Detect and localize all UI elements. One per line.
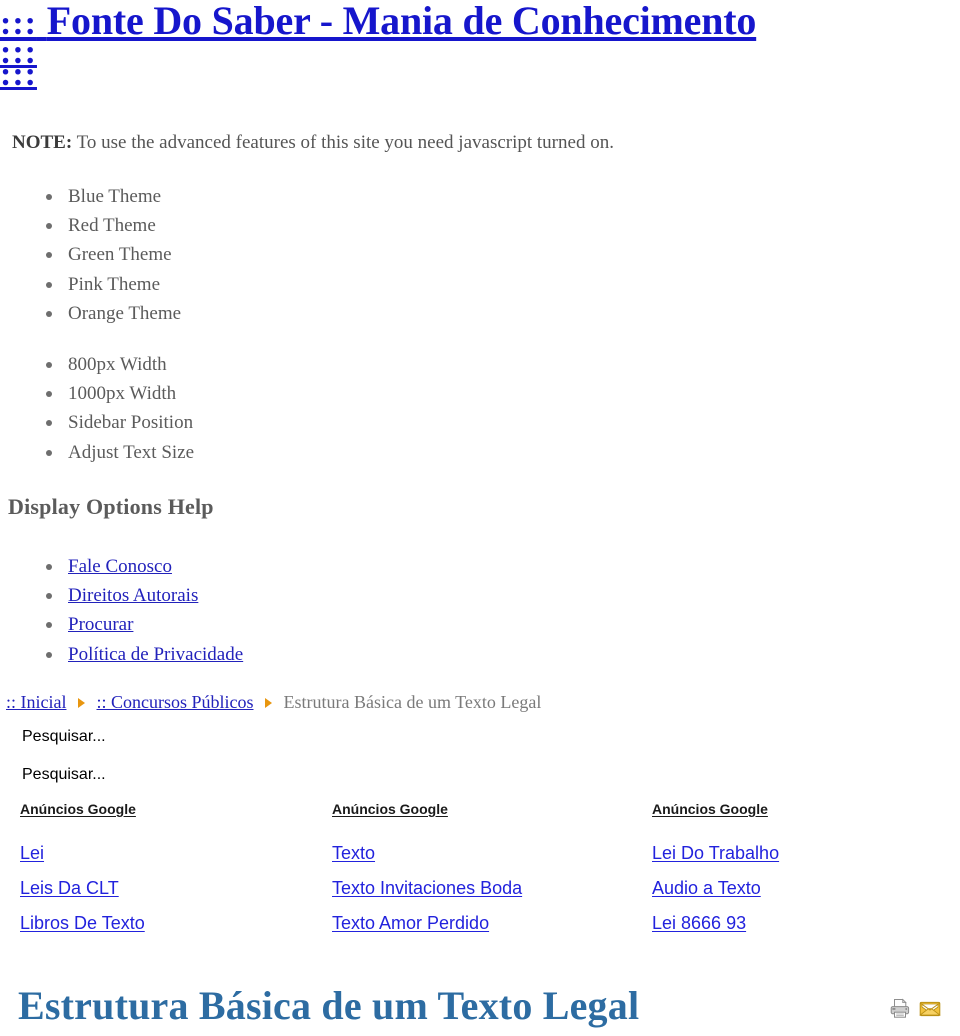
theme-option-label: Orange Theme: [68, 302, 182, 324]
site-dots-line-2: :::: [0, 56, 37, 93]
list-item[interactable]: 800px Width: [40, 350, 194, 379]
display-options-heading: Display Options Help: [8, 494, 214, 519]
list-item[interactable]: Pink Theme: [40, 270, 181, 299]
ad-link[interactable]: Texto Amor Perdido: [332, 906, 522, 941]
envelope-icon[interactable]: [918, 996, 942, 1020]
list-item[interactable]: Red Theme: [40, 211, 181, 240]
help-links-list: Fale Conosco Direitos Autorais Procurar …: [40, 552, 243, 669]
ad-link[interactable]: Leis Da CLT: [20, 871, 145, 906]
printer-icon[interactable]: [888, 996, 912, 1020]
list-item[interactable]: Política de Privacidade: [40, 640, 243, 669]
ad-column-1: Anúncios Google Lei Leis Da CLT Libros D…: [20, 800, 145, 941]
theme-option-label: Green Theme: [68, 244, 172, 266]
site-title-text: Fonte Do Saber - Mania de Conhecimento: [46, 0, 757, 43]
theme-option-label: Red Theme: [68, 215, 156, 237]
javascript-note: NOTE: To use the advanced features of th…: [12, 131, 614, 155]
ad-link[interactable]: Lei 8666 93: [652, 906, 779, 941]
list-item[interactable]: Adjust Text Size: [40, 438, 194, 467]
layout-options-list: 800px Width 1000px Width Sidebar Positio…: [40, 350, 194, 467]
layout-option-label: 1000px Width: [68, 383, 177, 405]
theme-option-label: Blue Theme: [68, 186, 162, 207]
list-item[interactable]: Green Theme: [40, 240, 181, 269]
layout-option-label: Adjust Text Size: [68, 441, 195, 463]
help-link-fale-conosco[interactable]: Fale Conosco: [68, 556, 172, 577]
breadcrumb: :: Inicial :: Concursos Públicos Estrutu…: [6, 691, 541, 713]
ad-column-2: Anúncios Google Texto Texto Invitaciones…: [332, 800, 522, 941]
page-title: Estrutura Básica de um Texto Legal: [18, 983, 640, 1028]
breadcrumb-item-concursos-publicos[interactable]: :: Concursos Públicos: [96, 692, 253, 712]
ad-link[interactable]: Texto: [332, 836, 522, 871]
ad-column-header[interactable]: Anúncios Google: [20, 800, 145, 818]
layout-option-label: Sidebar Position: [68, 412, 194, 434]
help-link-politica-privacidade[interactable]: Política de Privacidade: [68, 644, 243, 665]
page-root: ::: Fonte Do Saber - Mania de Conhecimen…: [0, 0, 960, 1036]
ad-column-header[interactable]: Anúncios Google: [652, 800, 779, 818]
breadcrumb-item-current: Estrutura Básica de um Texto Legal: [283, 692, 542, 712]
layout-option-label: 800px Width: [68, 354, 167, 375]
list-item[interactable]: Orange Theme: [40, 299, 181, 328]
help-link-direitos-autorais[interactable]: Direitos Autorais: [68, 585, 198, 606]
list-item[interactable]: Direitos Autorais: [40, 581, 243, 610]
ad-column-3: Anúncios Google Lei Do Trabalho Audio a …: [652, 800, 779, 941]
list-item[interactable]: Sidebar Position: [40, 408, 194, 437]
google-ads-block: Anúncios Google Lei Leis Da CLT Libros D…: [0, 800, 960, 935]
site-title-link[interactable]: ::: Fonte Do Saber - Mania de Conhecimen…: [0, 0, 756, 47]
list-item[interactable]: 1000px Width: [40, 379, 194, 408]
site-dots-link[interactable]: ::: :::: [0, 36, 37, 93]
ad-link[interactable]: Lei Do Trabalho: [652, 836, 779, 871]
breadcrumb-item-inicial[interactable]: :: Inicial: [6, 692, 66, 712]
ad-column-header[interactable]: Anúncios Google: [332, 800, 522, 818]
ad-link[interactable]: Texto Invitaciones Boda: [332, 871, 522, 906]
search-input-primary[interactable]: Pesquisar...: [22, 728, 106, 746]
javascript-note-text: To use the advanced features of this sit…: [72, 132, 614, 153]
javascript-note-label: NOTE:: [12, 132, 73, 153]
list-item[interactable]: Fale Conosco: [40, 552, 243, 581]
help-link-procurar[interactable]: Procurar: [68, 614, 133, 635]
ad-link[interactable]: Libros De Texto: [20, 906, 145, 941]
site-title-row: ::: Fonte Do Saber - Mania de Conhecimen…: [0, 0, 920, 47]
article-actions: [888, 996, 948, 1022]
list-item[interactable]: Procurar: [40, 610, 243, 639]
ad-link[interactable]: Lei: [20, 836, 145, 871]
search-input-secondary[interactable]: Pesquisar...: [22, 766, 106, 784]
theme-option-label: Pink Theme: [68, 273, 161, 295]
ad-link[interactable]: Audio a Texto: [652, 871, 779, 906]
chevron-right-icon: [265, 698, 272, 709]
list-item[interactable]: Blue Theme: [40, 182, 181, 211]
theme-options-list: Blue Theme Red Theme Green Theme Pink Th…: [40, 182, 181, 328]
chevron-right-icon: [77, 698, 85, 709]
